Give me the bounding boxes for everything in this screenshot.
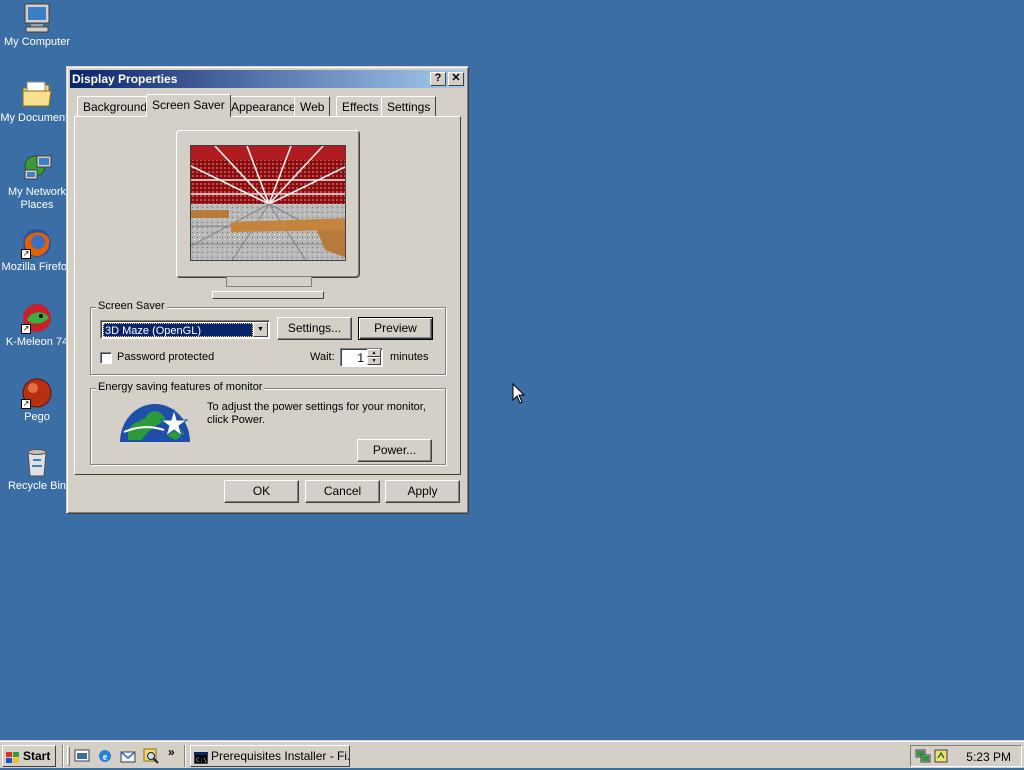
desktop-icon-my-documents[interactable]: My Documents [0,78,74,125]
mouse-cursor-icon [512,382,526,405]
firefox-icon: ↗ [21,227,53,259]
screensaver-selected-value: 3D Maze (OpenGL) [103,323,253,337]
password-protected-label: Password protected [117,351,215,363]
desktop-icon-label: Places [20,199,54,211]
preview-button[interactable]: Preview [358,317,433,340]
power-button[interactable]: Power... [357,439,432,462]
energy-saving-group-title: Energy saving features of monitor [96,381,265,393]
close-button[interactable]: ✕ [448,72,464,86]
desktop-icon-label: My Network [7,186,67,198]
desktop-icon-k-meleon[interactable]: ↗ K-Meleon 74 [0,302,74,349]
ok-button[interactable]: OK [224,480,299,503]
monitor-base [212,291,324,299]
window-title: Display Properties [72,72,178,86]
tab-background[interactable]: Background [77,96,154,116]
volume-tray-icon[interactable] [933,748,949,767]
outlook-express-icon[interactable] [120,748,136,764]
tab-screen-saver[interactable]: Screen Saver [146,94,231,117]
wait-minutes-value: 1 [357,351,364,365]
kmeleon-icon: ↗ [21,302,53,334]
help-button[interactable]: ? [430,72,446,86]
start-label: Start [23,749,51,763]
spin-down-icon[interactable]: ▼ [367,357,381,365]
system-tray: 5:23 PM [910,745,1022,767]
settings-button[interactable]: Settings... [277,317,352,340]
svg-text:C:\: C:\ [196,757,207,764]
minutes-label: minutes [390,351,429,363]
search-icon[interactable] [143,748,159,764]
desktop-icon-label: Pego [24,411,50,423]
spin-up-icon[interactable]: ▲ [367,349,381,357]
desktop-icon-label: Mozilla Firefox [1,261,73,273]
wait-minutes-stepper[interactable]: 1 ▲ ▼ [340,348,383,367]
energy-description: To adjust the power settings for your mo… [207,401,426,426]
desktop-icon-recycle-bin[interactable]: Recycle Bin [0,446,74,493]
clock[interactable]: 5:23 PM [966,750,1011,764]
network-icon [21,152,53,184]
taskbar-separator [62,745,64,767]
title-bar[interactable]: Display Properties ? ✕ [70,70,465,88]
screensaver-preview [190,145,346,261]
computer-icon [21,2,53,34]
internet-explorer-icon[interactable]: e [97,748,113,764]
shortcut-arrow-icon: ↗ [21,399,31,409]
desktop-icon-my-computer[interactable]: My Computer [0,2,74,49]
recycle-bin-icon [21,446,53,478]
desktop-icon-pego[interactable]: ↗ Pego [0,377,74,424]
taskbar-item-label: Prerequisites Installer - Fi... [211,749,350,763]
svg-text:e: e [103,752,108,763]
tab-web[interactable]: Web [294,96,331,116]
pego-icon: ↗ [21,377,53,409]
energy-star-icon [118,400,192,444]
quicklaunch-grip[interactable] [67,746,70,766]
tab-effects[interactable]: Effects [336,96,385,116]
apply-button[interactable]: Apply [385,480,460,503]
desktop-icon-label: K-Meleon 74 [5,336,69,348]
desktop-icon-label: My Computer [3,36,71,48]
screensaver-select[interactable]: 3D Maze (OpenGL) ▼ [100,320,270,339]
desktop-icon-label: Recycle Bin [7,480,67,492]
folder-icon [21,78,53,110]
shortcut-arrow-icon: ↗ [21,249,31,259]
desktop-icon-label: My Documents [0,112,74,124]
desktop-icon-mozilla-firefox[interactable]: ↗ Mozilla Firefox [0,227,74,274]
shortcut-arrow-icon: ↗ [21,324,31,334]
network-tray-icon[interactable] [915,748,931,767]
chevron-down-icon[interactable]: ▼ [253,322,268,337]
password-protected-checkbox[interactable] [100,352,112,364]
taskbar: Start e » C:\ Prerequisites Installer - … [0,740,1024,768]
screen-saver-group-title: Screen Saver [96,300,167,312]
wait-label: Wait: [310,351,335,363]
tab-settings[interactable]: Settings [381,96,437,116]
start-button[interactable]: Start [2,745,56,767]
desktop-icon-my-network-places[interactable]: My Network Places [0,152,74,212]
quicklaunch-chevron[interactable]: » [168,745,175,759]
windows-flag-icon [6,750,20,763]
taskbar-separator [184,745,186,767]
monitor-stand [226,277,312,287]
console-icon: C:\ [193,750,209,766]
cancel-button[interactable]: Cancel [305,480,380,503]
tab-appearance[interactable]: Appearance [225,96,302,116]
taskbar-item-prerequisites-installer[interactable]: C:\ Prerequisites Installer - Fi... [190,745,350,767]
show-desktop-icon[interactable] [74,748,90,764]
